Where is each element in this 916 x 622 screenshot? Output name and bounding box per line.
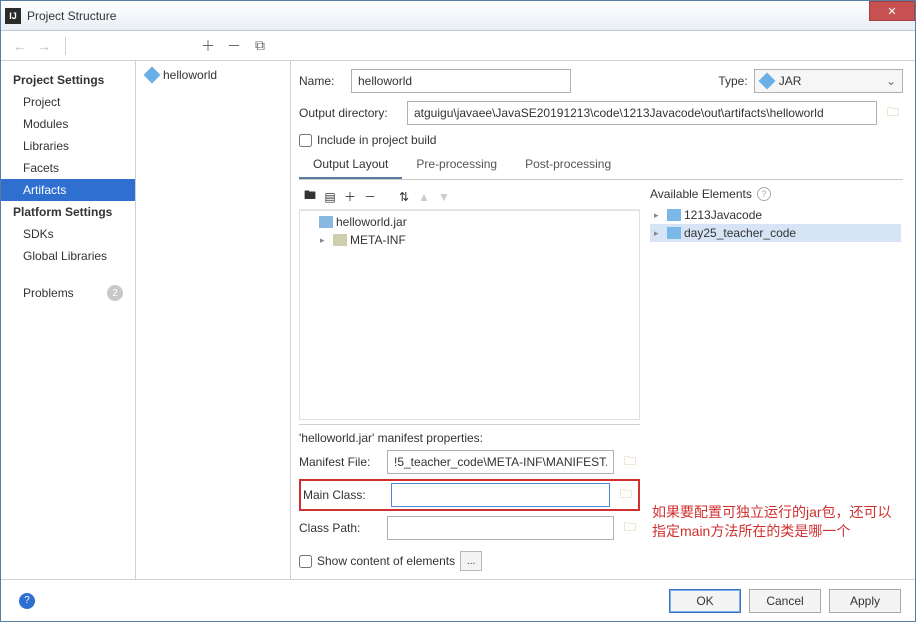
up-icon[interactable]: ▲ xyxy=(417,190,431,204)
folder-icon xyxy=(333,234,347,246)
output-label: Output directory: xyxy=(299,106,401,120)
down-icon[interactable]: ▼ xyxy=(437,190,451,204)
manifest-label: Manifest File: xyxy=(299,455,381,469)
artifact-list: helloworld xyxy=(136,61,291,579)
mainclass-input[interactable] xyxy=(391,483,610,507)
name-label: Name: xyxy=(299,74,345,88)
manifest-props: 'helloworld.jar' manifest properties: Ma… xyxy=(299,424,640,545)
problems-badge: 2 xyxy=(107,285,123,301)
module-icon xyxy=(667,209,681,221)
close-button[interactable]: ✕ xyxy=(869,1,915,21)
output-input[interactable] xyxy=(407,101,877,125)
output-tree[interactable]: helloworld.jar ▸ META-INF xyxy=(299,210,640,420)
remove-icon[interactable]: － xyxy=(226,36,242,56)
sidebar-item-project[interactable]: Project xyxy=(1,91,135,113)
ok-button[interactable]: OK xyxy=(669,589,741,613)
cancel-button[interactable]: Cancel xyxy=(749,589,821,613)
browse-classpath-button[interactable]: 🗀 xyxy=(620,518,640,538)
add-icon[interactable]: ＋ xyxy=(200,36,216,56)
browse-manifest-button[interactable]: 🗀 xyxy=(620,452,640,472)
name-input[interactable] xyxy=(351,69,571,93)
add-icon[interactable]: ＋ xyxy=(343,188,357,205)
sidebar-heading-project: Project Settings xyxy=(1,69,135,91)
footer: ? OK Cancel Apply xyxy=(1,579,915,621)
tree-row[interactable]: ▸ 1213Javacode xyxy=(650,206,901,224)
sidebar-item-problems[interactable]: Problems 2 xyxy=(1,281,135,305)
sidebar-item-artifacts[interactable]: Artifacts xyxy=(1,179,135,201)
tree-row[interactable]: helloworld.jar xyxy=(302,213,637,231)
remove-icon[interactable]: － xyxy=(363,188,377,205)
archive-icon[interactable]: ▤ xyxy=(323,190,337,204)
window-title: Project Structure xyxy=(27,9,911,23)
jar-file-icon xyxy=(319,216,333,228)
tab-post-processing[interactable]: Post-processing xyxy=(511,151,625,179)
artifact-icon xyxy=(144,67,161,84)
main-class-row: Main Class: 🗀 xyxy=(299,479,640,511)
sidebar-item-modules[interactable]: Modules xyxy=(1,113,135,135)
jar-icon xyxy=(758,73,775,90)
module-icon xyxy=(667,227,681,239)
available-label: Available Elements xyxy=(650,187,752,201)
available-tree[interactable]: ▸ 1213Javacode ▸ day25_teacher_code xyxy=(648,204,903,499)
classpath-input[interactable] xyxy=(387,516,614,540)
forward-icon[interactable]: → xyxy=(37,38,51,54)
toolbar: ← → ＋ － ⧉ xyxy=(1,31,915,61)
folder-add-icon[interactable]: 🖿 xyxy=(303,186,317,207)
browse-mainclass-button[interactable]: 🗀 xyxy=(616,485,636,505)
sidebar-heading-platform: Platform Settings xyxy=(1,201,135,223)
show-content-more-button[interactable]: ... xyxy=(460,551,482,571)
sidebar-item-facets[interactable]: Facets xyxy=(1,157,135,179)
tree-row[interactable]: ▸ META-INF xyxy=(302,231,637,249)
browse-output-button[interactable]: 🗀 xyxy=(883,103,903,123)
annotation-text: 如果要配置可独立运行的jar包，还可以指定main方法所在的类是哪一个 xyxy=(648,499,903,545)
help-icon[interactable]: ? xyxy=(757,187,771,201)
tree-row[interactable]: ▸ day25_teacher_code xyxy=(650,224,901,242)
sidebar-item-libraries[interactable]: Libraries xyxy=(1,135,135,157)
tab-pre-processing[interactable]: Pre-processing xyxy=(402,151,511,179)
tab-output-layout[interactable]: Output Layout xyxy=(299,151,402,179)
show-content-checkbox[interactable] xyxy=(299,555,312,568)
help-button[interactable]: ? xyxy=(19,593,35,609)
chevron-down-icon: ⌄ xyxy=(886,74,896,88)
tabs: Output Layout Pre-processing Post-proces… xyxy=(299,151,903,180)
sidebar: Project Settings Project Modules Librari… xyxy=(1,61,136,579)
available-pane: Available Elements ? ▸ 1213Javacode ▸ xyxy=(648,184,903,545)
sort-icon[interactable]: ⇅ xyxy=(397,190,411,204)
classpath-label: Class Path: xyxy=(299,521,381,535)
type-select[interactable]: JAR ⌄ xyxy=(754,69,903,93)
app-icon: IJ xyxy=(5,8,21,24)
back-icon[interactable]: ← xyxy=(13,38,27,54)
mainclass-label: Main Class: xyxy=(303,488,385,502)
include-checkbox[interactable]: Include in project build xyxy=(299,133,903,147)
window: IJ Project Structure ✕ ← → ＋ － ⧉ Project… xyxy=(0,0,916,622)
sidebar-item-sdks[interactable]: SDKs xyxy=(1,223,135,245)
artifact-item[interactable]: helloworld xyxy=(140,65,286,85)
output-tree-pane: 🖿 ▤ ＋ － ⇅ ▲ ▼ xyxy=(299,184,640,545)
copy-icon[interactable]: ⧉ xyxy=(252,37,268,54)
manifest-input[interactable] xyxy=(387,450,614,474)
type-label: Type: xyxy=(718,74,747,88)
titlebar: IJ Project Structure ✕ xyxy=(1,1,915,31)
props-title: 'helloworld.jar' manifest properties: xyxy=(299,431,640,445)
sidebar-item-global-libs[interactable]: Global Libraries xyxy=(1,245,135,267)
apply-button[interactable]: Apply xyxy=(829,589,901,613)
content: Name: Type: JAR ⌄ Output directory: 🗀 xyxy=(291,61,915,579)
